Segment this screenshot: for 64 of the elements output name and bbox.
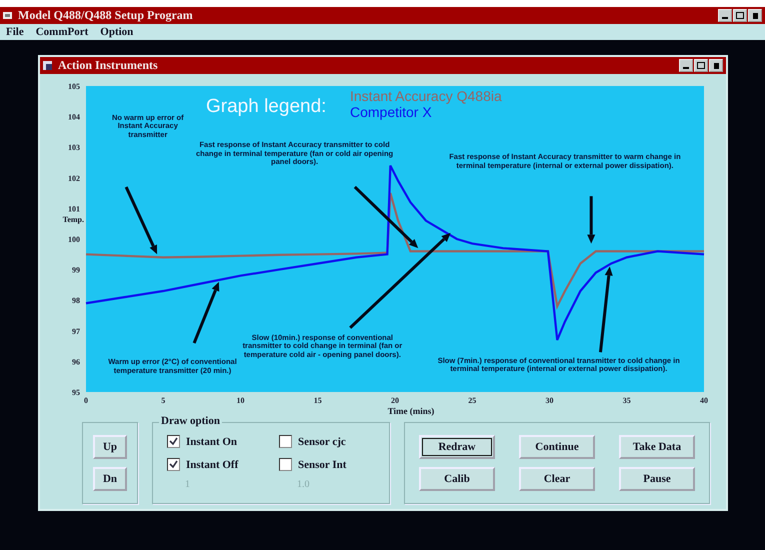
window-title: Model Q488/Q488 Setup Program — [18, 8, 194, 23]
x-tick-label: 30 — [546, 396, 554, 405]
close-icon — [752, 12, 758, 18]
legend-title: Graph legend: — [206, 96, 326, 117]
check-icon — [169, 437, 178, 446]
y-tick-label: 103 — [68, 143, 80, 152]
maximize-button[interactable] — [694, 59, 708, 72]
minimize-button[interactable] — [718, 9, 732, 22]
menu-item[interactable]: File — [6, 26, 24, 38]
minimize-icon — [683, 67, 689, 69]
y-tick-label: 97 — [72, 326, 80, 336]
window-title: Action Instruments — [58, 58, 159, 73]
y-tick-label: 99 — [72, 266, 80, 275]
x-tick-label: 10 — [236, 396, 244, 405]
legend-entry: Competitor X — [350, 104, 432, 120]
y-tick-label: 100 — [68, 235, 80, 244]
readout-text: 1.0 — [296, 479, 310, 490]
maximize-icon — [697, 62, 705, 69]
group-title: Draw option — [159, 415, 222, 427]
x-tick-label: 0 — [84, 396, 88, 405]
minimize-button[interactable] — [679, 59, 693, 72]
scroll-button[interactable]: Up — [93, 435, 127, 459]
y-tick-label: 101 — [68, 204, 80, 214]
action-button[interactable]: Take Data — [619, 435, 695, 459]
y-tick-label: 96 — [72, 357, 80, 366]
maximize-icon — [736, 12, 744, 19]
x-tick-label: 20 — [391, 396, 399, 405]
legend-entry: Instant Accuracy Q488ia — [350, 88, 502, 104]
x-axis-title: Time (mins) — [388, 406, 434, 416]
leader-arrow — [587, 196, 596, 244]
check-icon — [169, 460, 178, 469]
action-button[interactable]: Clear — [519, 467, 595, 491]
checkbox[interactable]: Sensor cjc — [279, 435, 379, 448]
readout-text: 1 — [184, 479, 191, 490]
action-button[interactable]: Continue — [519, 435, 595, 459]
close-icon — [714, 62, 718, 68]
close-button[interactable] — [709, 59, 723, 72]
y-tick-label: 95 — [72, 388, 80, 397]
x-tick-label: 25 — [468, 396, 476, 405]
action-button[interactable]: Redraw — [419, 435, 495, 459]
x-tick-label: 35 — [622, 396, 631, 405]
x-tick-label: 40 — [700, 396, 708, 405]
maximize-button[interactable] — [733, 9, 747, 22]
x-tick-label: 5 — [161, 396, 166, 405]
y-tick-label: 104 — [68, 112, 80, 122]
y-tick-label: 102 — [68, 174, 80, 183]
checkbox[interactable]: Instant On — [167, 435, 279, 448]
y-tick-label: 105 — [68, 82, 80, 91]
y-axis-title: Temp. — [62, 215, 84, 224]
close-button[interactable] — [748, 9, 762, 22]
action-button[interactable]: Calib — [419, 467, 495, 491]
action-button[interactable]: Pause — [619, 467, 695, 491]
x-tick-label: 15 — [314, 396, 322, 405]
checkbox[interactable]: Instant Off — [167, 458, 279, 471]
menu-item[interactable]: Option — [100, 26, 134, 38]
app-icon — [3, 11, 13, 20]
menu-item[interactable]: CommPort — [36, 26, 88, 38]
leader-arrow — [192, 282, 220, 344]
checkbox[interactable]: Sensor Int — [279, 458, 379, 471]
scroll-button[interactable]: Dn — [93, 467, 127, 491]
leader-arrow — [124, 186, 158, 254]
minimize-icon — [722, 17, 728, 19]
window-icon — [43, 60, 53, 70]
y-tick-label: 98 — [72, 296, 80, 306]
